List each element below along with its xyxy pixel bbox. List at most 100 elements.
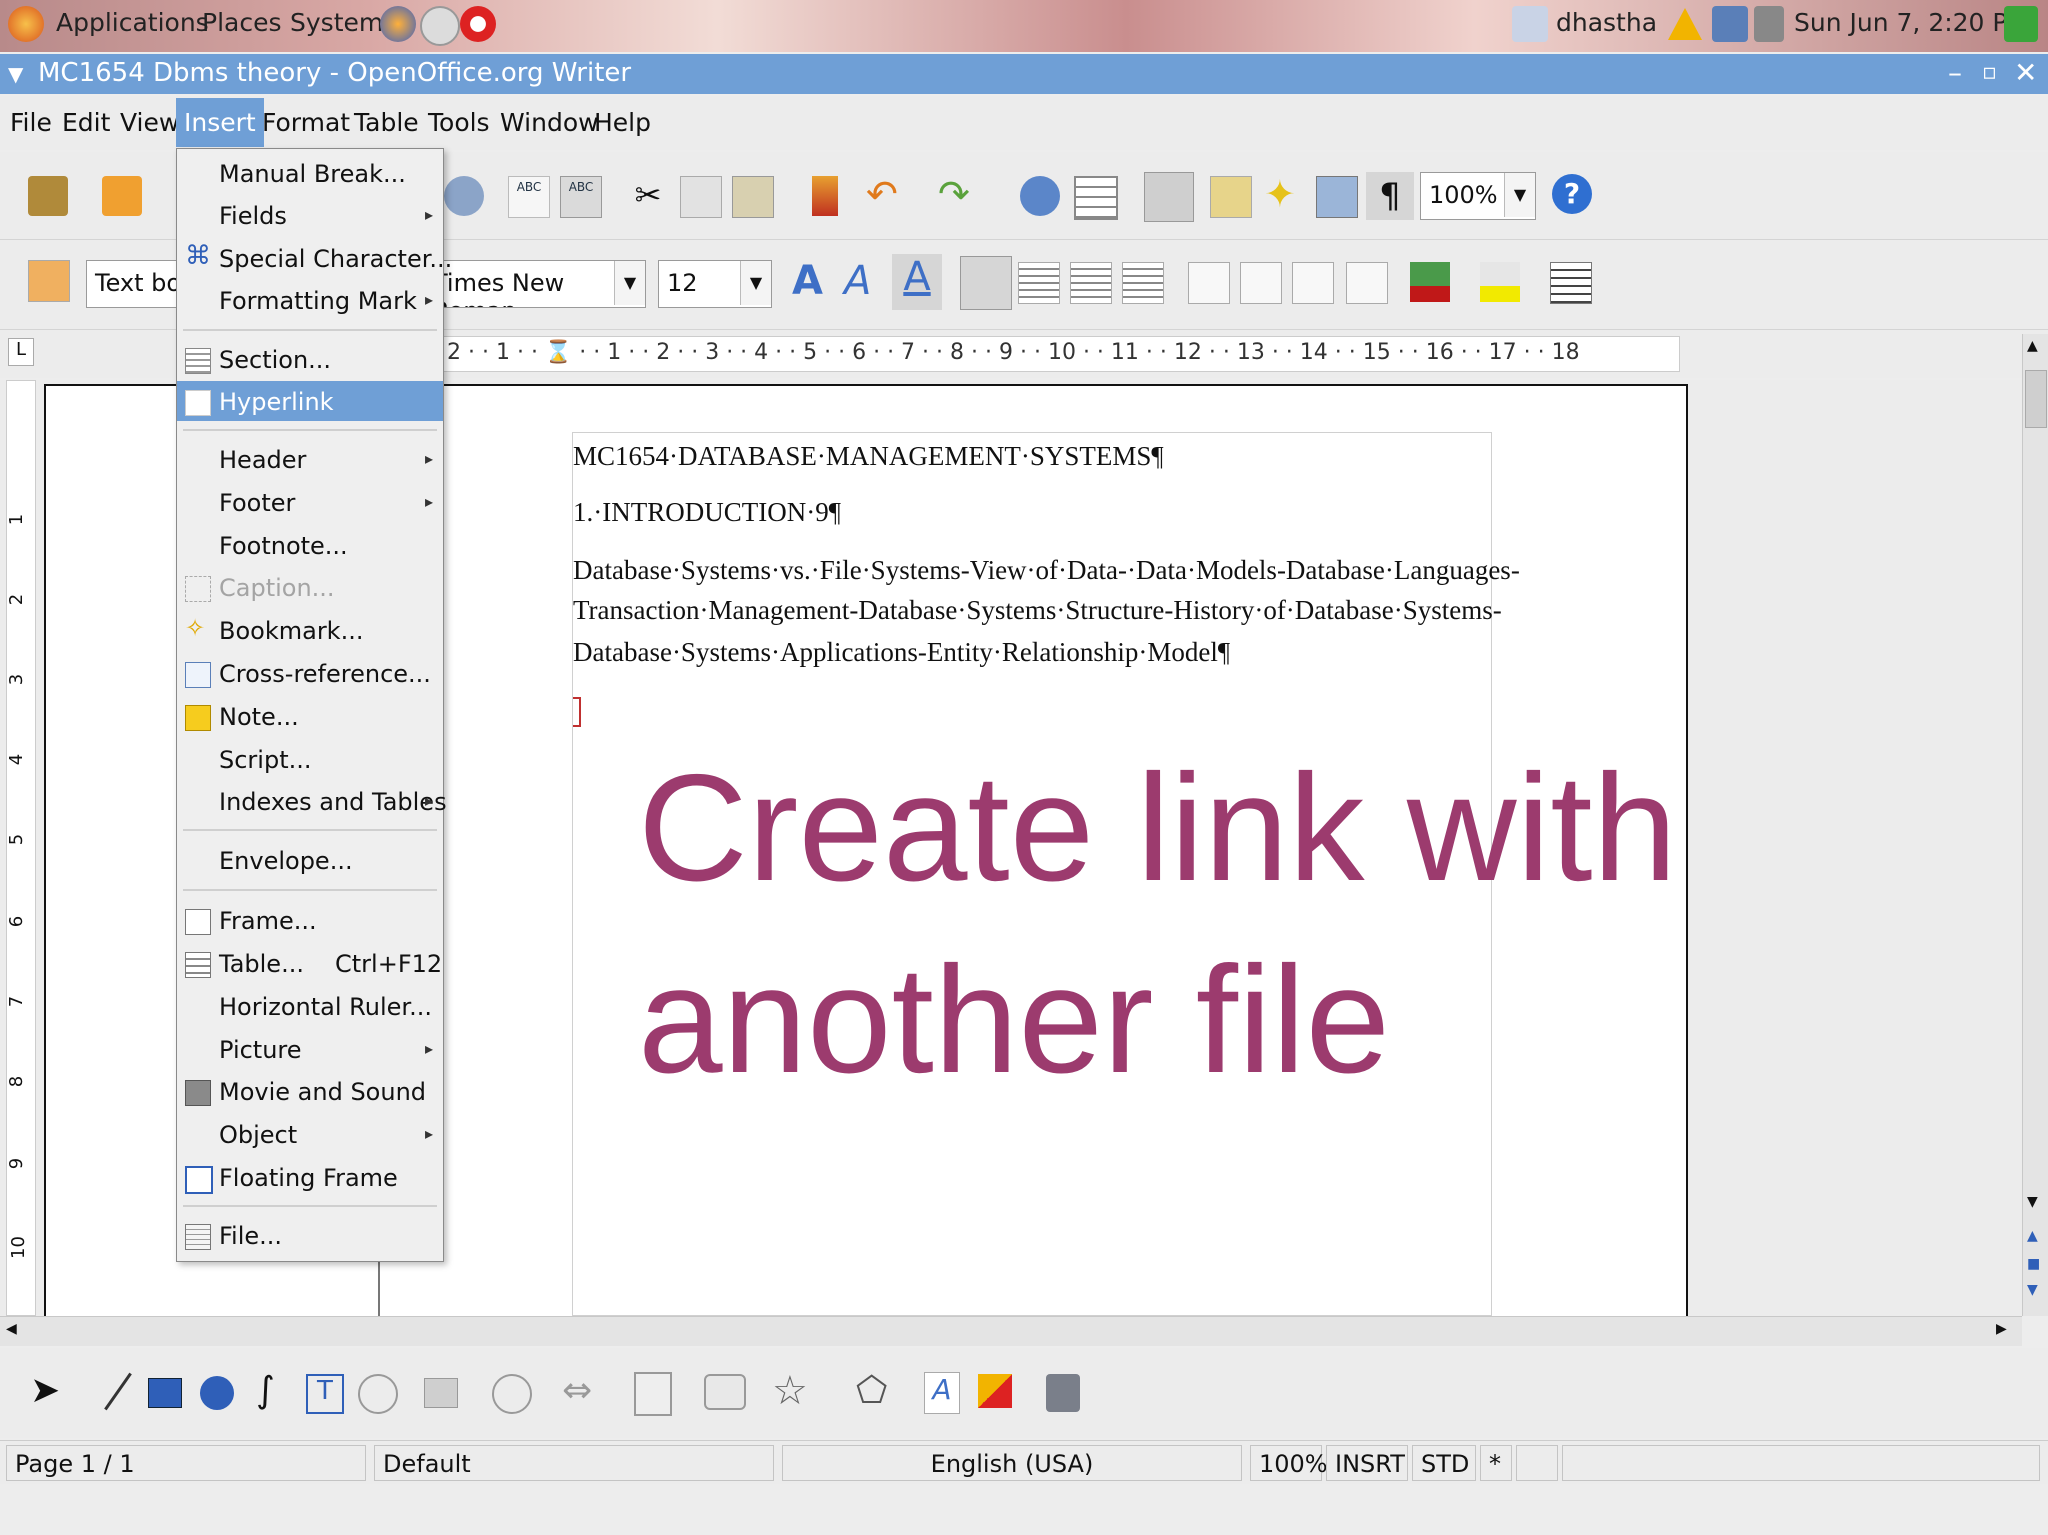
align-center-icon[interactable] <box>1018 262 1060 304</box>
volume-icon[interactable] <box>1754 6 1784 42</box>
zoom-box[interactable]: 100% ▼ <box>1420 172 1536 220</box>
status-digital-signature[interactable] <box>1516 1445 1558 1481</box>
status-zoom[interactable]: 100% <box>1250 1445 1328 1481</box>
paste-icon[interactable] <box>732 176 774 218</box>
window-menu-icon[interactable]: ▼ <box>8 62 23 86</box>
line-icon[interactable] <box>104 1372 132 1411</box>
fontwork-icon[interactable]: A <box>924 1372 960 1414</box>
highlight-icon[interactable] <box>1480 262 1520 302</box>
user-name[interactable]: dhastha <box>1556 8 1657 37</box>
firefox-icon[interactable] <box>380 6 416 42</box>
horizontal-scrollbar[interactable]: ◀ ▶ <box>0 1316 2022 1346</box>
menu-item-note[interactable]: Note... <box>177 696 443 736</box>
freeform-curve-icon[interactable]: ∫ <box>256 1370 296 1411</box>
scroll-down-arrow[interactable]: ▼ <box>2027 1194 2038 1210</box>
autospellcheck-icon[interactable]: ABC <box>560 176 602 218</box>
menu-item-envelope[interactable]: Envelope... <box>177 840 443 880</box>
next-page-icon[interactable]: ▼ <box>2027 1282 2038 1298</box>
format-paintbrush-icon[interactable] <box>812 176 838 216</box>
background-color-icon[interactable] <box>1550 262 1592 304</box>
underline-icon[interactable]: A <box>892 254 942 310</box>
align-left-icon[interactable] <box>960 256 1012 310</box>
justify-icon[interactable] <box>1122 262 1164 304</box>
menu-window[interactable]: Window <box>496 108 603 137</box>
navigator-star-icon[interactable]: ✦ <box>1264 172 1304 216</box>
menu-item-footer[interactable]: Footer ▸ <box>177 482 443 522</box>
system-menu[interactable]: System <box>290 8 383 37</box>
copy-icon[interactable] <box>680 176 722 218</box>
close-button[interactable]: ✕ <box>2014 56 2037 89</box>
menu-tools[interactable]: Tools <box>424 108 494 137</box>
select-arrow-icon[interactable]: ➤ <box>30 1370 70 1411</box>
extrusion-icon[interactable] <box>1046 1374 1080 1412</box>
hyperlink-dialog-icon[interactable] <box>1020 176 1060 216</box>
menu-item-fields[interactable]: Fields ▸ <box>177 195 443 235</box>
warning-icon[interactable] <box>1668 8 1702 40</box>
horizontal-ruler[interactable]: 2 · · 1 · · ⌛ · · 1 · · 2 · · 3 · · 4 · … <box>440 336 1680 372</box>
menu-item-script[interactable]: Script... <box>177 739 443 779</box>
menu-item-movie-and-sound[interactable]: Movie and Sound <box>177 1071 443 1111</box>
menu-item-formatting-mark[interactable]: Formatting Mark ▸ <box>177 280 443 320</box>
scroll-left-arrow[interactable]: ◀ <box>6 1321 17 1337</box>
formatting-marks-icon[interactable]: ¶ <box>1366 172 1414 220</box>
new-document-icon[interactable] <box>28 176 68 216</box>
doc-heading[interactable]: MC1654·DATABASE·MANAGEMENT·SYSTEMS¶ <box>573 441 1164 472</box>
chevron-down-icon[interactable]: ▼ <box>614 261 645 305</box>
rectangle-icon[interactable] <box>148 1378 182 1408</box>
menu-item-picture[interactable]: Picture ▸ <box>177 1029 443 1069</box>
menu-help[interactable]: Help <box>590 108 655 137</box>
menu-item-horizontal-ruler[interactable]: Horizontal Ruler... <box>177 986 443 1026</box>
table-icon[interactable] <box>1074 176 1118 220</box>
help-lifebuoy-icon[interactable] <box>460 6 496 42</box>
help-icon[interactable]: ? <box>1552 174 1592 214</box>
symbol-shapes-icon[interactable] <box>492 1374 532 1414</box>
doc-paragraph-line[interactable]: Database·Systems·vs.·File·Systems-View·o… <box>573 555 1520 586</box>
chevron-down-icon[interactable]: ▼ <box>740 261 771 305</box>
status-insert-mode[interactable]: INSRT <box>1326 1445 1408 1481</box>
scroll-thumb[interactable] <box>2025 370 2047 428</box>
menu-format[interactable]: Format <box>258 108 354 137</box>
places-menu[interactable]: Places <box>202 8 282 37</box>
italic-icon[interactable]: A <box>844 258 884 304</box>
callout-icon[interactable] <box>358 1374 398 1414</box>
find-replace-icon[interactable] <box>1210 176 1252 218</box>
block-arrows-icon[interactable]: ⇔ <box>562 1370 602 1411</box>
doc-paragraph-line[interactable]: Database·Systems·Applications-Entity·Rel… <box>573 637 1230 668</box>
menu-item-frame[interactable]: Frame... <box>177 900 443 940</box>
clock[interactable]: Sun Jun 7, 2:20 PM <box>1794 8 2029 37</box>
bold-icon[interactable]: A <box>792 258 832 304</box>
menu-item-object[interactable]: Object ▸ <box>177 1114 443 1154</box>
doc-paragraph-line[interactable]: Transaction·Management-Database·Systems·… <box>573 595 1502 626</box>
menu-item-special-character[interactable]: ⌘ Special Character... <box>177 238 452 278</box>
open-folder-icon[interactable] <box>102 176 142 216</box>
text-icon[interactable]: T <box>306 1374 344 1414</box>
font-color-icon[interactable] <box>1410 262 1450 302</box>
basic-shapes-icon[interactable] <box>424 1378 458 1408</box>
navigation-icon[interactable]: ■ <box>2027 1256 2040 1272</box>
menu-item-header[interactable]: Header ▸ <box>177 439 443 479</box>
spellcheck-icon[interactable]: ABC <box>508 176 550 218</box>
redo-icon[interactable]: ↷ <box>938 172 978 216</box>
user-switch-icon[interactable] <box>1512 6 1548 42</box>
minimize-button[interactable]: – <box>1948 56 1962 89</box>
status-page[interactable]: Page 1 / 1 <box>6 1445 366 1481</box>
menu-item-hyperlink[interactable]: Hyperlink <box>177 381 443 421</box>
menu-insert[interactable]: Insert <box>176 98 264 147</box>
menu-table[interactable]: Table <box>350 108 423 137</box>
maximize-button[interactable]: ▫ <box>1982 60 1997 85</box>
menu-item-file[interactable]: File... <box>177 1215 443 1255</box>
menu-item-footnote[interactable]: Footnote... <box>177 525 443 565</box>
menu-item-manual-break[interactable]: Manual Break... <box>177 153 443 193</box>
print-preview-icon[interactable] <box>444 176 484 216</box>
show-draw-functions-icon[interactable] <box>1144 172 1194 222</box>
chevron-down-icon[interactable]: ▼ <box>1504 173 1535 217</box>
stars-icon[interactable]: ☆ <box>772 1368 812 1414</box>
flowchart-icon[interactable] <box>634 1372 672 1416</box>
status-modified[interactable]: * <box>1480 1445 1512 1481</box>
running-man-icon[interactable] <box>2004 6 2038 42</box>
font-size-box[interactable]: 12 ▼ <box>658 260 772 308</box>
numbering-icon[interactable] <box>1188 262 1230 304</box>
scroll-right-arrow[interactable]: ▶ <box>1996 1321 2007 1337</box>
menu-file[interactable]: File <box>6 108 56 137</box>
menu-item-cross-reference[interactable]: Cross-reference... <box>177 653 443 693</box>
